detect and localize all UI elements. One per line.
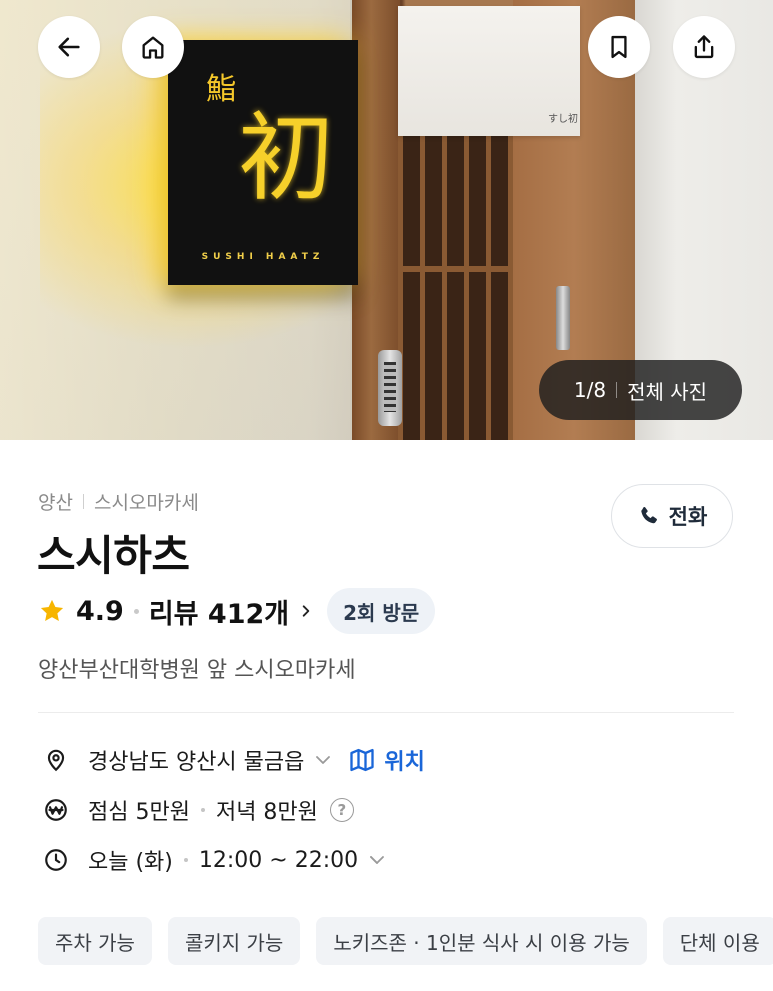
- tag-parking[interactable]: 주차 가능: [38, 917, 152, 965]
- dinner-price: 저녁 8만원: [215, 800, 318, 825]
- breadcrumb-separator: [82, 494, 84, 509]
- price-separator-dot: [200, 808, 205, 812]
- photo-door: [398, 120, 513, 440]
- location-map-link[interactable]: 위치: [348, 744, 425, 776]
- home-icon: [142, 36, 164, 59]
- address-row: 경상남도 양산시 물금읍 위치: [38, 740, 425, 780]
- chevron-down-icon[interactable]: [368, 851, 386, 869]
- reviews-link[interactable]: 리뷰 412개: [149, 592, 289, 631]
- address-text[interactable]: 경상남도 양산시 물금읍: [88, 744, 304, 776]
- hours-time[interactable]: 12:00 ~ 22:00: [199, 848, 358, 873]
- tag-no-kids-zone[interactable]: 노키즈존 · 1인분 식사 시 이용 가능: [316, 917, 647, 965]
- clock-icon: [38, 842, 74, 878]
- section-divider: [38, 712, 734, 713]
- sign-big-char: 初: [238, 102, 334, 214]
- help-circle-icon[interactable]: ?: [329, 798, 354, 822]
- back-button[interactable]: [38, 16, 100, 78]
- amenity-tags: 주차 가능 콜키지 가능 노키즈존 · 1인분 식사 시 이용 가능 단체 이용: [38, 917, 773, 965]
- visit-count-badge: 2회 방문: [327, 588, 436, 634]
- phone-icon: [641, 506, 657, 524]
- price-row: 점심 5만원 저녁 8만원 ?: [38, 790, 354, 830]
- hero-photo[interactable]: すし初 鮨 初 SUSHI HAATZ 1/8 전체 사진: [0, 0, 773, 440]
- share-button[interactable]: [673, 16, 735, 78]
- hours-row: 오늘 (화) 12:00 ~ 22:00: [38, 840, 386, 880]
- photo-curtain-mark: すし初: [548, 114, 578, 125]
- breadcrumb: 양산 스시오마카세: [38, 488, 199, 515]
- place-title: 스시하츠: [37, 531, 190, 580]
- won-price-icon: [38, 792, 74, 828]
- category-label[interactable]: 스시오마카세: [94, 488, 199, 515]
- photo-counter-separator: [616, 382, 618, 398]
- chevron-down-icon[interactable]: [314, 751, 332, 769]
- home-button[interactable]: [122, 16, 184, 78]
- place-description: 양산부산대학병원 앞 스시오마카세: [38, 658, 356, 683]
- bookmark-button[interactable]: [588, 16, 650, 78]
- tag-corkage[interactable]: 콜키지 가능: [167, 917, 301, 965]
- hours-separator-dot: [183, 858, 188, 862]
- rating-dot: [133, 608, 139, 614]
- location-link-label: 위치: [384, 750, 425, 775]
- arrow-left-icon: [58, 37, 80, 57]
- photo-counter-text: 1/8: [573, 378, 607, 402]
- rating-row: 4.9 리뷰 412개 2회 방문: [38, 588, 436, 634]
- call-label: 전화: [668, 505, 708, 529]
- location-pin-icon: [38, 742, 74, 778]
- region-label[interactable]: 양산: [38, 488, 73, 515]
- hours-day[interactable]: 오늘 (화): [88, 844, 173, 876]
- place-info-section: 양산 스시오마카세 스시하츠 전화 4.9 리뷰 412개 2회 방문 양산부산…: [0, 440, 773, 991]
- all-photos-label: 전체 사진: [627, 379, 708, 404]
- tag-group-use[interactable]: 단체 이용: [662, 917, 773, 965]
- share-icon: [694, 35, 714, 59]
- star-icon: [40, 599, 64, 622]
- sign-english-text: SUSHI HAATZ: [201, 252, 325, 262]
- bookmark-icon: [611, 35, 627, 59]
- photo-door-keypad: [378, 350, 402, 426]
- all-photos-button[interactable]: 1/8 전체 사진: [539, 360, 742, 420]
- chevron-right-icon: [302, 605, 310, 617]
- photo-restaurant-sign: 鮨 初 SUSHI HAATZ: [168, 40, 358, 285]
- photo-card-reader: [556, 286, 570, 350]
- rating-score: 4.9: [76, 595, 124, 627]
- lunch-price: 점심 5만원: [88, 800, 190, 825]
- map-icon: [350, 748, 375, 772]
- sign-small-char: 鮨: [206, 72, 236, 107]
- call-button[interactable]: 전화: [611, 484, 733, 548]
